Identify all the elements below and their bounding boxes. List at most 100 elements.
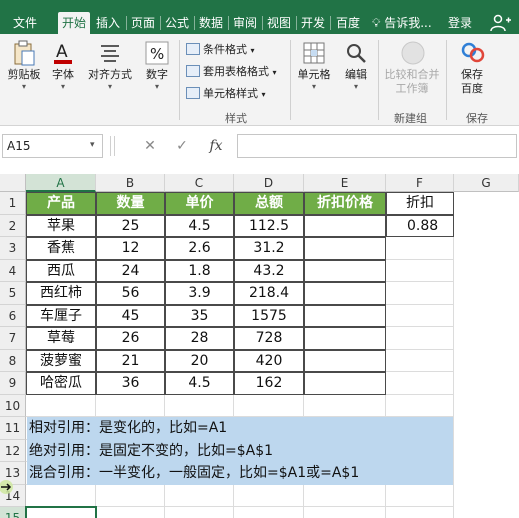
- table-format-button[interactable]: 套用表格格式 ▾: [186, 62, 277, 82]
- column-header-e[interactable]: E: [304, 174, 386, 192]
- cell-style-button[interactable]: 单元格样式 ▾: [186, 84, 266, 104]
- table-header-cell[interactable]: 数量: [96, 192, 165, 215]
- table-cell[interactable]: 112.5: [234, 214, 304, 237]
- cancel-icon[interactable]: ✕: [140, 136, 160, 156]
- table-cell[interactable]: 43.2: [234, 259, 304, 282]
- column-header-a[interactable]: A: [26, 174, 96, 192]
- table-cell[interactable]: 3.9: [165, 282, 234, 305]
- table-cell[interactable]: 哈密瓜: [26, 372, 96, 395]
- table-cell[interactable]: 12: [96, 237, 165, 260]
- row-header-10[interactable]: 10: [0, 394, 26, 417]
- row-header-8[interactable]: 8: [0, 349, 26, 372]
- row-header-15[interactable]: 15: [0, 507, 26, 518]
- spreadsheet-grid[interactable]: ABCDEFG 1 2 3 4 5 6 7 8 9 10 11 12 13 14 15 产品 数量 单价 总额 折扣…: [0, 174, 519, 518]
- grid-cell[interactable]: [234, 394, 304, 417]
- clipboard-button[interactable]: 剪贴板 ▾: [2, 36, 46, 92]
- table-cell[interactable]: 31.2: [234, 237, 304, 260]
- grid-cell[interactable]: [304, 394, 386, 417]
- table-cell[interactable]: 西瓜: [26, 259, 96, 282]
- number-format-button[interactable]: % 数字 ▾: [140, 36, 174, 92]
- row-header-12[interactable]: 12: [0, 439, 26, 462]
- table-header-cell[interactable]: 折扣价格: [304, 192, 386, 215]
- table-cell[interactable]: [304, 282, 386, 305]
- conditional-format-button[interactable]: 条件格式 ▾: [186, 40, 255, 60]
- row-header-6[interactable]: 6: [0, 304, 26, 327]
- save-to-baidu-button[interactable]: 保存 百度: [450, 36, 494, 96]
- table-cell[interactable]: 25: [96, 214, 165, 237]
- table-header-cell[interactable]: 单价: [165, 192, 234, 215]
- grid-cell[interactable]: [386, 349, 454, 372]
- table-cell[interactable]: 草莓: [26, 327, 96, 350]
- row-header-1[interactable]: 1: [0, 192, 26, 215]
- grid-cell[interactable]: [386, 507, 454, 518]
- table-cell[interactable]: [304, 259, 386, 282]
- table-cell[interactable]: 车厘子: [26, 304, 96, 327]
- grid-cell[interactable]: [386, 394, 454, 417]
- insert-function-icon[interactable]: fx: [206, 136, 226, 156]
- table-header-cell[interactable]: 总额: [234, 192, 304, 215]
- table-cell[interactable]: 218.4: [234, 282, 304, 305]
- grid-cell[interactable]: [96, 484, 165, 507]
- font-button[interactable]: A 字体 ▾: [46, 36, 80, 92]
- grid-cell[interactable]: [26, 394, 96, 417]
- row-header-9[interactable]: 9: [0, 372, 26, 395]
- tab-formulas[interactable]: 公式: [162, 12, 192, 34]
- grid-cell[interactable]: [234, 507, 304, 518]
- select-all-corner[interactable]: [0, 174, 26, 192]
- alignment-button[interactable]: 对齐方式 ▾: [84, 36, 136, 92]
- grid-cell[interactable]: [386, 237, 454, 260]
- tab-baidu[interactable]: 百度: [332, 12, 364, 34]
- formula-input[interactable]: [237, 134, 517, 158]
- column-header-b[interactable]: B: [96, 174, 165, 192]
- table-cell[interactable]: 24: [96, 259, 165, 282]
- column-header-c[interactable]: C: [165, 174, 234, 192]
- table-cell[interactable]: 36: [96, 372, 165, 395]
- table-cell[interactable]: [304, 327, 386, 350]
- grid-cell[interactable]: [386, 484, 454, 507]
- tab-page-layout[interactable]: 页面: [128, 12, 158, 34]
- row-header-5[interactable]: 5: [0, 282, 26, 305]
- tab-home[interactable]: 开始: [58, 12, 90, 34]
- table-cell[interactable]: [304, 214, 386, 237]
- tab-file[interactable]: 文件: [6, 12, 44, 34]
- table-cell[interactable]: 728: [234, 327, 304, 350]
- reference-note[interactable]: 绝对引用：是固定不变的，比如=$A$1: [27, 439, 453, 462]
- table-cell[interactable]: 420: [234, 349, 304, 372]
- tab-view[interactable]: 视图: [264, 12, 294, 34]
- reference-note[interactable]: 混合引用：一半变化，一般固定，比如=$A1或=A$1: [27, 462, 453, 485]
- row-header-4[interactable]: 4: [0, 259, 26, 282]
- grid-cell[interactable]: [304, 507, 386, 518]
- share-button[interactable]: [484, 12, 519, 34]
- table-cell[interactable]: 苹果: [26, 214, 96, 237]
- login-button[interactable]: 登录: [448, 12, 472, 34]
- grid-cell[interactable]: [386, 372, 454, 395]
- row-header-3[interactable]: 3: [0, 237, 26, 260]
- table-cell[interactable]: [304, 304, 386, 327]
- table-cell[interactable]: 2.6: [165, 237, 234, 260]
- discount-value-cell[interactable]: 0.88: [386, 214, 454, 237]
- column-header-f[interactable]: F: [386, 174, 454, 192]
- row-header-7[interactable]: 7: [0, 327, 26, 350]
- table-cell[interactable]: 香蕉: [26, 237, 96, 260]
- grid-cell[interactable]: [386, 304, 454, 327]
- editing-button[interactable]: 编辑 ▾: [338, 36, 374, 92]
- grid-cell[interactable]: [96, 394, 165, 417]
- grid-cell[interactable]: [165, 394, 234, 417]
- tab-insert[interactable]: 插入: [93, 12, 123, 34]
- grid-cell[interactable]: [96, 507, 165, 518]
- discount-label-cell[interactable]: 折扣: [386, 192, 454, 215]
- compare-merge-button[interactable]: 比较和合并 工作簿: [380, 36, 444, 96]
- chevron-down-icon[interactable]: ▾: [90, 140, 95, 150]
- table-cell[interactable]: [304, 349, 386, 372]
- column-header-g[interactable]: G: [454, 174, 519, 192]
- table-cell[interactable]: 4.5: [165, 372, 234, 395]
- table-cell[interactable]: 菠萝蜜: [26, 349, 96, 372]
- grid-cell[interactable]: [165, 484, 234, 507]
- confirm-icon[interactable]: ✓: [172, 136, 192, 156]
- table-cell[interactable]: 56: [96, 282, 165, 305]
- table-cell[interactable]: 1575: [234, 304, 304, 327]
- grid-cell[interactable]: [386, 282, 454, 305]
- tab-data[interactable]: 数据: [196, 12, 226, 34]
- table-cell[interactable]: [304, 237, 386, 260]
- reference-note[interactable]: 相对引用：是变化的，比如=A1: [27, 417, 453, 440]
